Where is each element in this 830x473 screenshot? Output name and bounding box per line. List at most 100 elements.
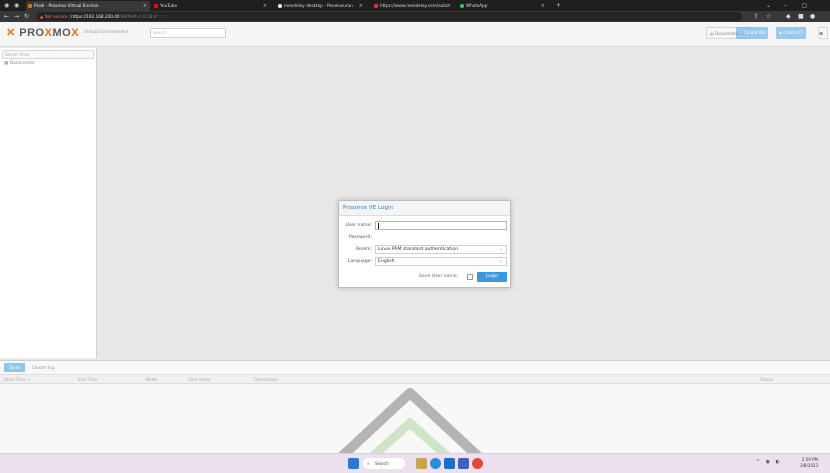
tab-mendeley[interactable]: https://www.mendeley.com/auto × bbox=[372, 1, 454, 11]
edge-browser-icon[interactable] bbox=[430, 458, 441, 469]
col-node[interactable]: Node bbox=[146, 377, 157, 382]
mendeley-favicon-icon bbox=[374, 4, 378, 8]
windows-start-icon[interactable] bbox=[348, 458, 359, 469]
realm-row: Realm: Linux PAM standard authentication… bbox=[339, 245, 510, 255]
close-tab-icon[interactable]: × bbox=[143, 1, 147, 11]
file-explorer-icon[interactable] bbox=[416, 458, 427, 469]
tab-youtube[interactable]: YouTube × bbox=[152, 1, 270, 11]
app-icon[interactable] bbox=[458, 458, 469, 469]
proxmox-favicon-icon bbox=[28, 4, 32, 8]
product-subtitle: Virtual Environment bbox=[84, 30, 129, 35]
browser-tab-strip: ◉ ◉ Prodi · Proxmox Virtual Environ × Yo… bbox=[0, 0, 830, 11]
login-button[interactable]: Login bbox=[477, 272, 507, 282]
close-tab-icon[interactable]: × bbox=[359, 1, 363, 11]
save-username-label: Save User name: bbox=[419, 274, 459, 279]
create-ct-button[interactable]: ◈ Create CT bbox=[776, 27, 807, 39]
user-icon: ☻ bbox=[819, 31, 824, 36]
tab-label: https://www.mendeley.com/auto bbox=[380, 3, 448, 8]
create-vm-label: Create VM bbox=[744, 30, 765, 35]
tab-whatsapp[interactable]: WhatsApp × bbox=[458, 1, 548, 11]
chrome-icon[interactable] bbox=[472, 458, 483, 469]
extension-icon[interactable]: ◆ bbox=[786, 12, 791, 21]
username-row: User name: bbox=[339, 221, 510, 231]
reload-icon[interactable]: ↻ bbox=[24, 12, 29, 21]
col-status[interactable]: Status bbox=[760, 377, 773, 382]
proxmox-logo: ✕ PROXMOX bbox=[6, 26, 79, 39]
datacenter-label: Datacenter bbox=[9, 61, 35, 66]
forward-icon[interactable]: → bbox=[14, 12, 19, 21]
text-caret bbox=[378, 223, 379, 229]
create-vm-button[interactable]: ▭ Create VM bbox=[736, 27, 768, 39]
clock-date: 3/8/2023 bbox=[800, 463, 818, 468]
profile-avatar-icon[interactable]: ● bbox=[810, 12, 815, 21]
resource-tree: Server View ▦ Datacenter bbox=[0, 48, 97, 358]
tab-label: Prodi · Proxmox Virtual Environ bbox=[34, 3, 99, 8]
sidebar-icon[interactable]: ■ bbox=[798, 12, 804, 21]
share-icon[interactable]: ⇪ bbox=[754, 12, 759, 21]
close-tab-icon[interactable]: × bbox=[447, 1, 451, 11]
tab-label: YouTube bbox=[160, 3, 178, 8]
logo-text-x2: X bbox=[71, 27, 80, 39]
close-tab-icon[interactable]: × bbox=[541, 1, 545, 11]
password-row: Password: bbox=[339, 233, 510, 243]
language-value: English bbox=[378, 259, 395, 264]
login-dialog: Proxmox VE Login User name: Password: Re… bbox=[338, 200, 511, 288]
language-select[interactable]: English ⌄ bbox=[375, 257, 507, 266]
task-log-tabs: Tasks Cluster log bbox=[0, 361, 830, 374]
google-favicon-icon bbox=[278, 4, 282, 8]
chevron-down-icon: ⌄ bbox=[498, 246, 503, 252]
realm-label: Realm: bbox=[356, 247, 372, 252]
taskbar-clock[interactable]: 2:59 PM 3/8/2023 bbox=[800, 457, 818, 469]
tab-search-chevron-icon[interactable]: ⌄ bbox=[766, 2, 771, 9]
store-icon[interactable] bbox=[444, 458, 455, 469]
url-host: https://192.168.200.40 bbox=[71, 14, 120, 19]
tab-mendeley-search[interactable]: mendeley desktop - Penelusuran × bbox=[276, 1, 366, 11]
back-icon[interactable]: ← bbox=[4, 12, 9, 21]
language-label: Language: bbox=[347, 259, 372, 264]
youtube-favicon-icon bbox=[154, 4, 158, 8]
col-description[interactable]: Description bbox=[254, 377, 278, 382]
close-tab-icon[interactable]: × bbox=[263, 1, 267, 11]
view-selector[interactable]: Server View bbox=[2, 50, 94, 59]
user-menu-button[interactable]: ☻ bbox=[818, 27, 828, 39]
tab-proxmox[interactable]: Prodi · Proxmox Virtual Environ × bbox=[26, 1, 150, 11]
not-secure-label: Not secure bbox=[44, 14, 68, 19]
bookmark-star-icon[interactable]: ☆ bbox=[766, 12, 771, 21]
logo-text-mo: MO bbox=[52, 27, 72, 39]
tab-label: mendeley desktop - Penelusuran bbox=[284, 3, 353, 8]
tab-label: WhatsApp bbox=[466, 3, 488, 8]
tab-tasks[interactable]: Tasks bbox=[4, 363, 26, 372]
taskbar-search[interactable]: ⌕ Search bbox=[363, 458, 405, 469]
tree-item-datacenter[interactable]: ▦ Datacenter bbox=[4, 61, 92, 66]
minimize-icon[interactable]: – bbox=[784, 2, 787, 9]
windows-taskbar: ⌕ Search ^ ◉ ◐ 2:59 PM 3/8/2023 bbox=[0, 453, 830, 473]
search-input[interactable]: Search bbox=[150, 28, 226, 38]
realm-value: Linux PAM standard authentication bbox=[378, 247, 459, 252]
maximize-icon[interactable]: ◻ bbox=[802, 2, 807, 9]
col-user-name[interactable]: User name bbox=[188, 377, 211, 382]
logo-text-pro: PRO bbox=[19, 27, 45, 39]
language-row: Language: English ⌄ bbox=[339, 257, 510, 267]
username-input[interactable] bbox=[375, 221, 507, 230]
new-tab-button[interactable]: + bbox=[556, 2, 561, 9]
col-start-time[interactable]: Start Time ↓ bbox=[4, 377, 31, 382]
save-username-checkbox[interactable] bbox=[467, 274, 473, 280]
browser-profile-icon[interactable]: ◉ bbox=[14, 2, 19, 9]
username-label: User name: bbox=[345, 223, 372, 228]
task-log-panel: Tasks Cluster log Start Time ↓ End Time … bbox=[0, 360, 830, 453]
url-field[interactable]: ▲ Not secure | https://192.168.200.40:80… bbox=[36, 12, 742, 21]
tab-cluster-log[interactable]: Cluster log bbox=[27, 363, 60, 372]
browser-address-bar: ← → ↻ ▲ Not secure | https://192.168.200… bbox=[0, 11, 830, 22]
password-label: Password: bbox=[348, 235, 372, 240]
col-end-time[interactable]: End Time bbox=[78, 377, 98, 382]
search-icon: ⌕ bbox=[367, 461, 370, 466]
login-dialog-title: Proxmox VE Login bbox=[339, 201, 510, 216]
realm-select[interactable]: Linux PAM standard authentication ⌄ bbox=[375, 245, 507, 254]
taskbar-search-label: Search bbox=[375, 461, 389, 466]
browser-menu-icon[interactable]: ◉ bbox=[4, 2, 9, 9]
proxmox-logo-mark-icon: ✕ bbox=[6, 27, 20, 39]
url-path: :8006/#v1:0:18:4::::::: bbox=[119, 14, 167, 19]
pve-header: ✕ PROXMOX Virtual Environment Search ▤ D… bbox=[0, 22, 830, 47]
task-table-header: Start Time ↓ End Time Node User name Des… bbox=[0, 374, 830, 384]
system-tray-icons[interactable]: ^ ◉ ◐ bbox=[756, 459, 782, 465]
